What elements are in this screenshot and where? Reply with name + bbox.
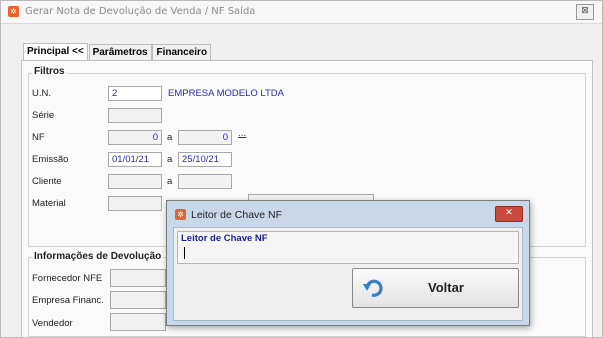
fornecedor-input[interactable] [110, 269, 166, 287]
vendedor-input[interactable] [110, 313, 166, 331]
leitor-chave-dialog: ✲ Leitor de Chave NF ✕ Leitor de Chave N… [166, 200, 530, 326]
un-company-name: EMPRESA MODELO LTDA [168, 88, 284, 99]
dialog-title-bar: ✲ Leitor de Chave NF ✕ [167, 201, 529, 227]
devolucao-title: Informações de Devolução [32, 251, 164, 262]
undo-arrow-icon [363, 279, 383, 297]
serie-input[interactable] [108, 108, 162, 123]
cliente-to-input[interactable] [178, 174, 232, 189]
voltar-label: Voltar [428, 280, 464, 295]
tab-principal[interactable]: Principal << [23, 43, 88, 61]
material-label: Material [32, 198, 66, 209]
emissao-label: Emissão [32, 154, 69, 165]
chave-text-cursor [184, 247, 185, 259]
emissao-separator: a [167, 154, 173, 165]
nf-to-input[interactable]: 0 [178, 130, 232, 145]
filtros-title: Filtros [32, 66, 67, 77]
chave-group-title: Leitor de Chave NF [181, 233, 268, 244]
chave-input-group[interactable]: Leitor de Chave NF [177, 231, 519, 264]
un-label: U.N. [32, 88, 51, 99]
window-close-button[interactable]: ⊠ [576, 4, 594, 20]
cliente-from-input[interactable] [108, 174, 162, 189]
emissao-from-input[interactable]: 01/01/21 [108, 152, 162, 167]
serie-label: Série [32, 110, 55, 121]
dialog-title: Leitor de Chave NF [191, 209, 283, 221]
voltar-button[interactable]: Voltar [352, 268, 519, 308]
dialog-body: Leitor de Chave NF Voltar [173, 227, 523, 321]
nf-from-input[interactable]: 0 [108, 130, 162, 145]
nf-separator: a [167, 132, 173, 143]
tab-financeiro[interactable]: Financeiro [152, 44, 212, 60]
vendedor-label: Vendedor [32, 318, 73, 329]
tab-strip: Principal << Parâmetros Financeiro [23, 43, 212, 61]
app-logo-icon: ✲ [8, 6, 19, 17]
cliente-separator: a [167, 176, 173, 187]
emissao-to-input[interactable]: 25/10/21 [178, 152, 232, 167]
nf-lookup-button[interactable]: ... [238, 128, 246, 139]
empresa-financ-input[interactable] [110, 291, 166, 309]
empresa-financ-label: Empresa Financ. [32, 295, 104, 306]
un-input[interactable]: 2 [108, 86, 162, 101]
fornecedor-label: Fornecedor NFE [32, 273, 103, 284]
cliente-label: Cliente [32, 176, 62, 187]
tab-parametros[interactable]: Parâmetros [88, 44, 152, 60]
title-bar: ✲ Gerar Nota de Devolução de Venda / NF … [1, 1, 602, 24]
window-title: Gerar Nota de Devolução de Venda / NF Sa… [25, 6, 256, 17]
dialog-close-button[interactable]: ✕ [495, 206, 523, 222]
material-input[interactable] [108, 196, 162, 211]
app-logo-icon: ✲ [175, 209, 186, 220]
nf-label: NF [32, 132, 45, 143]
